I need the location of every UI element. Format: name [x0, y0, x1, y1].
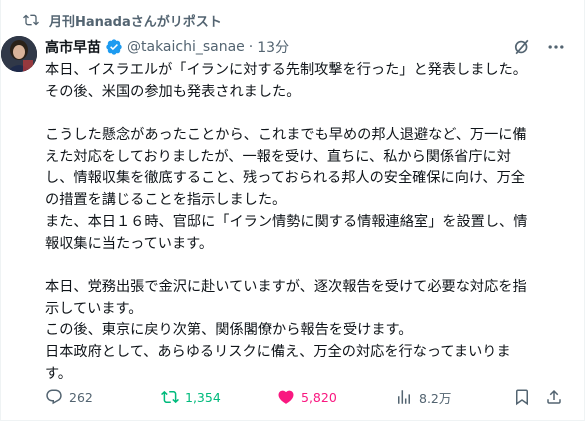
views-button[interactable]: 8.2万 [395, 388, 451, 407]
tweet-text-line: 日本政府として、あらゆるリスクに備え、万全の対応を行なってまいりま [45, 343, 511, 360]
action-bar: 262 1,354 5,820 8.2万 [45, 386, 565, 408]
tweet-text: 本日、イスラエルが「イランに対する先制攻撃を行った」と発表しました。 その後、米国… [45, 60, 569, 385]
reply-count: 262 [69, 389, 93, 405]
retweet-button[interactable]: 1,354 [161, 388, 221, 406]
author-handle[interactable]: @takaichi_sanae [127, 39, 245, 55]
view-count: 8.2万 [419, 390, 452, 406]
tweet-text-line: こうした懸念があったことから、これまでも早めの邦人退避など、万一に備 [45, 127, 527, 144]
tweet-header: 高市早苗 @takaichi_sanae · 13分 [45, 36, 289, 58]
like-count: 5,820 [301, 389, 337, 405]
reply-icon [46, 389, 62, 405]
more-options-icon[interactable] [546, 37, 566, 57]
tweet-text-line: 報収集に当たっています。 [45, 235, 214, 252]
author-name[interactable]: 高市早苗 [45, 37, 101, 57]
retweet-count: 1,354 [185, 389, 221, 405]
repost-icon [23, 14, 39, 26]
tweet-text-line: す。 [45, 365, 72, 382]
like-button[interactable]: 5,820 [277, 388, 337, 406]
verified-badge-icon[interactable] [105, 38, 123, 56]
tweet-text-line: の措置を講じることを指示しました。 [45, 192, 287, 209]
bookmark-icon [516, 389, 528, 406]
views-chart-icon [398, 390, 410, 404]
post-time[interactable]: 13分 [257, 37, 289, 57]
tweet-text-line [45, 103, 569, 125]
share-icon [547, 389, 561, 404]
share-button[interactable] [545, 388, 569, 406]
tweet-text-line: し、情報収集を徹底すること、残っておられる邦人の安全確保に向け、万全 [45, 170, 525, 187]
avatar[interactable] [1, 36, 37, 72]
header-actions [498, 37, 566, 57]
reply-button[interactable]: 262 [45, 388, 93, 406]
repost-label: 月刊Hanadaさんがリポスト [49, 14, 222, 30]
tweet-text-line [45, 255, 569, 277]
heart-icon [278, 390, 294, 404]
tweet-text-line: また、本日１６時、官邸に「イラン情勢に関する情報連絡室」を設置し、情 [45, 213, 528, 230]
tweet-text-line: 示しています。 [45, 300, 143, 317]
avatar-image [1, 36, 37, 72]
tweet-card[interactable]: 月刊Hanadaさんがリポスト 高市早苗 @takaichi_sanae · 1… [0, 0, 585, 421]
retweet-icon [161, 390, 179, 404]
tweet-text-line: えた対応をしておりましたが、一報を受け、直ちに、私から関係省庁に対 [45, 148, 511, 165]
bookmark-button[interactable] [513, 388, 537, 406]
tweet-text-line: 本日、党務出張で金沢に赴いていますが、逐次報告を受けて必要な対応を指 [45, 278, 527, 295]
tweet-text-line: この後、東京に戻り次第、関係閣僚から報告を受けます。 [45, 322, 413, 339]
tweet-text-line: その後、米国の参加も発表されました。 [45, 83, 301, 100]
repost-indicator[interactable]: 月刊Hanadaさんがリポスト [23, 10, 222, 30]
separator-dot: · [248, 39, 254, 55]
tweet-text-line: 本日、イスラエルが「イランに対する先制攻撃を行った」と発表しました。 [45, 62, 527, 78]
grok-icon[interactable] [512, 37, 532, 57]
